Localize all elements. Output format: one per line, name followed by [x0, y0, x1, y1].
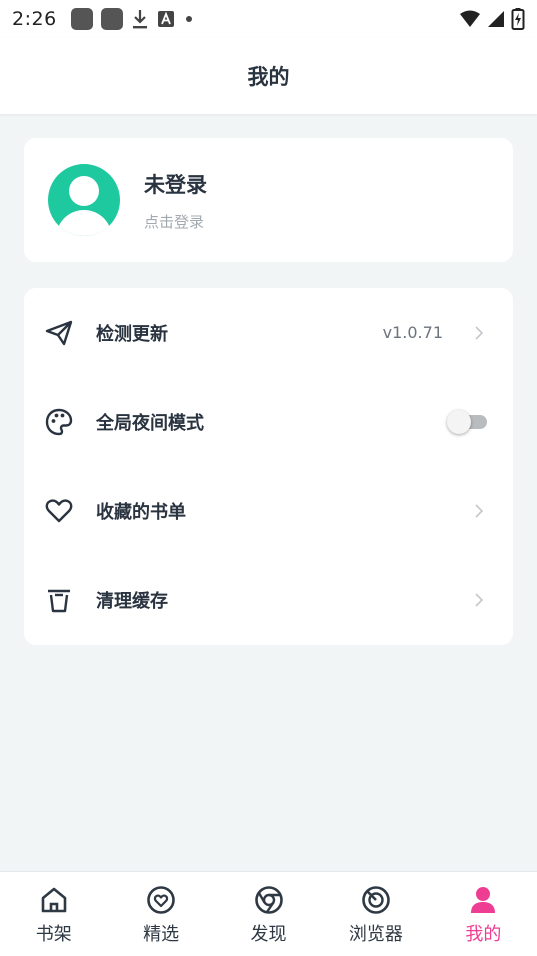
- trash-icon: [44, 585, 74, 615]
- page-header: 我的: [0, 38, 537, 114]
- avatar-body-shape: [56, 210, 112, 236]
- home-icon: [38, 884, 70, 916]
- menu-item-night-mode[interactable]: 全局夜间模式: [24, 377, 513, 466]
- heart-icon: [44, 496, 74, 526]
- avatar-head-shape: [69, 176, 99, 206]
- menu-label: 收藏的书单: [96, 501, 186, 523]
- nav-label: 我的: [465, 924, 502, 945]
- app-icon: [70, 8, 93, 30]
- menu-right: v1.0.71: [383, 323, 485, 342]
- nav-label: 书架: [35, 924, 72, 945]
- menu-label: 检测更新: [96, 323, 168, 345]
- login-link[interactable]: 点击登录: [144, 211, 207, 232]
- menu-item-clear-cache[interactable]: 清理缓存: [24, 555, 513, 644]
- menu-item-favorites[interactable]: 收藏的书单: [24, 466, 513, 555]
- person-icon: [467, 884, 499, 916]
- chevron-right-icon: [473, 503, 485, 519]
- battery-charging-icon: [511, 8, 525, 30]
- status-time: 2:26: [12, 8, 57, 30]
- page-title: 我的: [247, 65, 290, 89]
- radar-icon: [360, 884, 392, 916]
- settings-menu: 检测更新 v1.0.71 全局夜间模式 收藏的书单 清理缓存: [24, 288, 513, 645]
- download-icon: [132, 10, 147, 29]
- system-icons: [459, 8, 525, 30]
- notification-icons: [70, 8, 195, 30]
- status-bar: 2:26: [0, 0, 537, 38]
- menu-label: 全局夜间模式: [96, 412, 204, 434]
- heart-circle-icon: [145, 884, 177, 916]
- wifi-icon: [460, 10, 480, 27]
- nav-label: 浏览器: [348, 924, 403, 945]
- chevron-right-icon: [473, 325, 485, 341]
- menu-right: [447, 409, 487, 434]
- nav-label: 精选: [143, 924, 180, 945]
- menu-label: 清理缓存: [96, 590, 168, 612]
- dot-icon: [185, 16, 192, 22]
- app-icon: [100, 8, 123, 30]
- nav-item-browser[interactable]: 浏览器: [322, 872, 429, 956]
- text-a-icon: [157, 11, 174, 27]
- palette-icon: [44, 407, 74, 437]
- toggle-knob: [447, 409, 471, 434]
- bottom-nav: 书架 精选 发现 浏览器 我的: [0, 871, 537, 956]
- paper-plane-icon: [44, 318, 74, 348]
- profile-name: 未登录: [144, 172, 207, 197]
- chevron-right-icon: [473, 592, 485, 608]
- menu-right: [473, 592, 485, 608]
- version-value: v1.0.71: [382, 323, 443, 342]
- nav-label: 发现: [250, 924, 287, 945]
- avatar[interactable]: [48, 164, 120, 236]
- menu-item-check-update[interactable]: 检测更新 v1.0.71: [24, 288, 513, 377]
- nav-item-mine[interactable]: 我的: [430, 872, 537, 956]
- signal-icon: [488, 11, 504, 27]
- nav-item-discover[interactable]: 发现: [215, 872, 322, 956]
- aperture-icon: [253, 884, 285, 916]
- profile-card[interactable]: 未登录 点击登录: [24, 138, 513, 262]
- nav-item-featured[interactable]: 精选: [107, 872, 214, 956]
- profile-text: 未登录 点击登录: [144, 169, 207, 232]
- night-mode-toggle[interactable]: [447, 409, 487, 434]
- menu-right: [473, 503, 485, 519]
- nav-item-bookshelf[interactable]: 书架: [0, 872, 107, 956]
